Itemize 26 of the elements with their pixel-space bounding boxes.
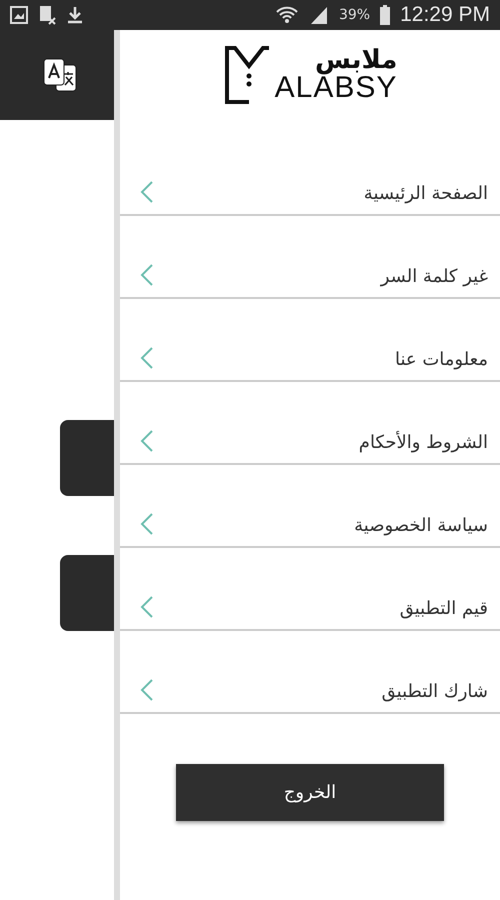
battery-icon [380, 5, 390, 25]
menu-item[interactable]: الشروط والأحكام [120, 382, 500, 465]
chevron-left-icon [140, 429, 154, 453]
signal-icon [308, 6, 329, 24]
chevron-left-icon [140, 512, 154, 536]
logo-text: ALABSY [274, 73, 398, 103]
file-icon [38, 5, 56, 25]
chevron-left-icon [140, 595, 154, 619]
chevron-left-icon [140, 263, 154, 287]
logout-button[interactable]: الخروج [176, 764, 444, 821]
menu-item[interactable]: معلومات عنا [120, 299, 500, 382]
menu-item[interactable]: الصفحة الرئيسية [120, 150, 500, 216]
menu-item[interactable]: قيم التطبيق [120, 548, 500, 631]
clock: 12:29 PM [400, 3, 490, 27]
chevron-left-icon [140, 180, 154, 204]
logo-icon [222, 44, 271, 106]
menu-item[interactable]: شارك التطبيق [120, 631, 500, 714]
image-icon [10, 6, 28, 24]
battery-percentage: 39% [338, 7, 370, 23]
logo-text: ملابس [315, 47, 398, 73]
chevron-left-icon [140, 346, 154, 370]
menu-item[interactable]: غير كلمة السر [120, 216, 500, 299]
chevron-left-icon [140, 678, 154, 702]
menu-item[interactable]: سياسة الخصوصية [120, 465, 500, 548]
download-icon [66, 6, 84, 24]
wifi-icon [274, 5, 299, 25]
